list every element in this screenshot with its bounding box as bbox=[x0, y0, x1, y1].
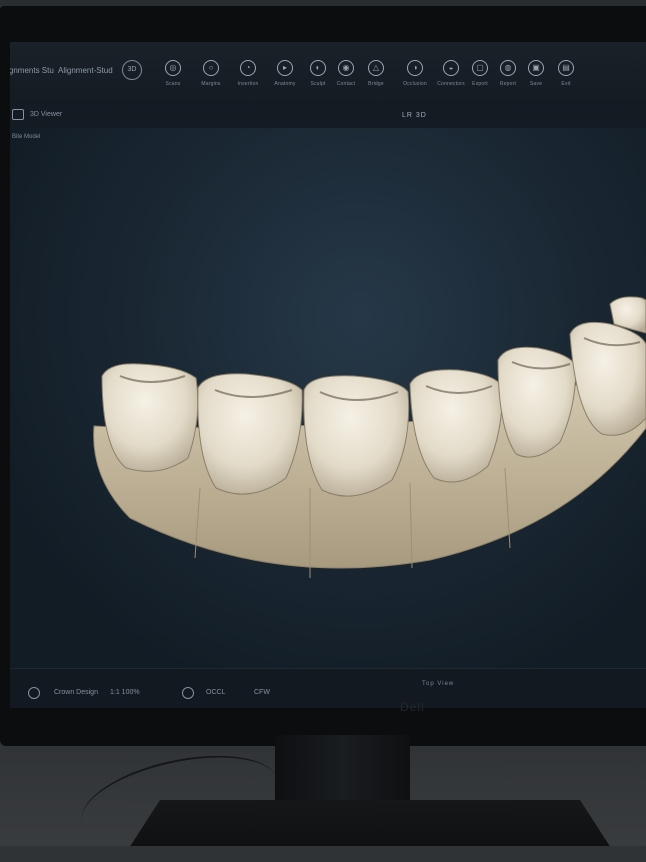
occlusion-icon: ◑ bbox=[407, 60, 423, 76]
tool-occlusion-button[interactable]: ◑ Occlusion bbox=[397, 60, 433, 87]
tool-exit-button[interactable]: ▤ Exit bbox=[548, 60, 584, 87]
3d-viewport[interactable]: Bite Model bbox=[10, 128, 646, 668]
bridge-icon: △ bbox=[368, 60, 384, 76]
insertion-icon: ◔ bbox=[240, 60, 256, 76]
monitor-logo: Dell bbox=[400, 700, 425, 714]
connectors-icon: ◒ bbox=[443, 60, 459, 76]
contact-icon: ◉ bbox=[338, 60, 354, 76]
status-bar: Top View Crown Design 1:1 100% OCCL CFW bbox=[10, 668, 646, 708]
status-mode-label: Crown Design bbox=[54, 689, 98, 696]
dental-arch-model[interactable] bbox=[10, 128, 646, 668]
tool-insertion-button[interactable]: ◔ Insertion bbox=[230, 60, 266, 87]
brand-logo-icon: 3D bbox=[122, 60, 142, 80]
settings-icon[interactable] bbox=[28, 687, 40, 699]
viewer-icon[interactable] bbox=[12, 109, 24, 120]
monitor: Alignments Stu Alignment-Stud 3D ◎Scans … bbox=[0, 6, 646, 746]
app-window: Alignments Stu Alignment-Stud 3D ◎Scans … bbox=[10, 42, 646, 708]
export-icon: ▢ bbox=[472, 60, 488, 76]
occlusion-toggle[interactable]: OCCL bbox=[206, 689, 225, 696]
view-toggle-icon[interactable] bbox=[182, 687, 194, 699]
report-icon: ◍ bbox=[500, 60, 516, 76]
cfw-toggle[interactable]: CFW bbox=[254, 689, 270, 696]
sculpt-icon: ◐ bbox=[310, 60, 326, 76]
tool-scans-button[interactable]: ◎ Scans bbox=[155, 60, 191, 87]
exit-icon: ▤ bbox=[558, 60, 574, 76]
anatomy-icon: ▸ bbox=[277, 60, 293, 76]
zoom-control[interactable]: 1:1 100% bbox=[110, 689, 140, 696]
scan-icon: ◎ bbox=[165, 60, 181, 76]
viewer-header: 3D Viewer LR 3D bbox=[10, 104, 646, 129]
brand-label-secondary: Alignment-Stud bbox=[58, 66, 113, 75]
tool-bridge-button[interactable]: △ Bridge bbox=[358, 60, 394, 87]
save-icon: ▣ bbox=[528, 60, 544, 76]
desk bbox=[0, 846, 646, 862]
tool-margins-button[interactable]: ○ Margins bbox=[193, 60, 229, 87]
viewer-title: 3D Viewer bbox=[30, 111, 63, 118]
main-toolbar: Alignments Stu Alignment-Stud 3D ◎Scans … bbox=[10, 42, 646, 105]
tooth-1 bbox=[101, 363, 199, 472]
margin-icon: ○ bbox=[203, 60, 219, 76]
view-indicator: Top View bbox=[422, 681, 455, 687]
viewer-view-label: LR 3D bbox=[402, 112, 427, 119]
panel-label: Bite Model bbox=[12, 134, 41, 140]
brand-label: Alignments Stu bbox=[10, 66, 54, 75]
tool-anatomy-button[interactable]: ▸ Anatomy bbox=[267, 60, 303, 87]
